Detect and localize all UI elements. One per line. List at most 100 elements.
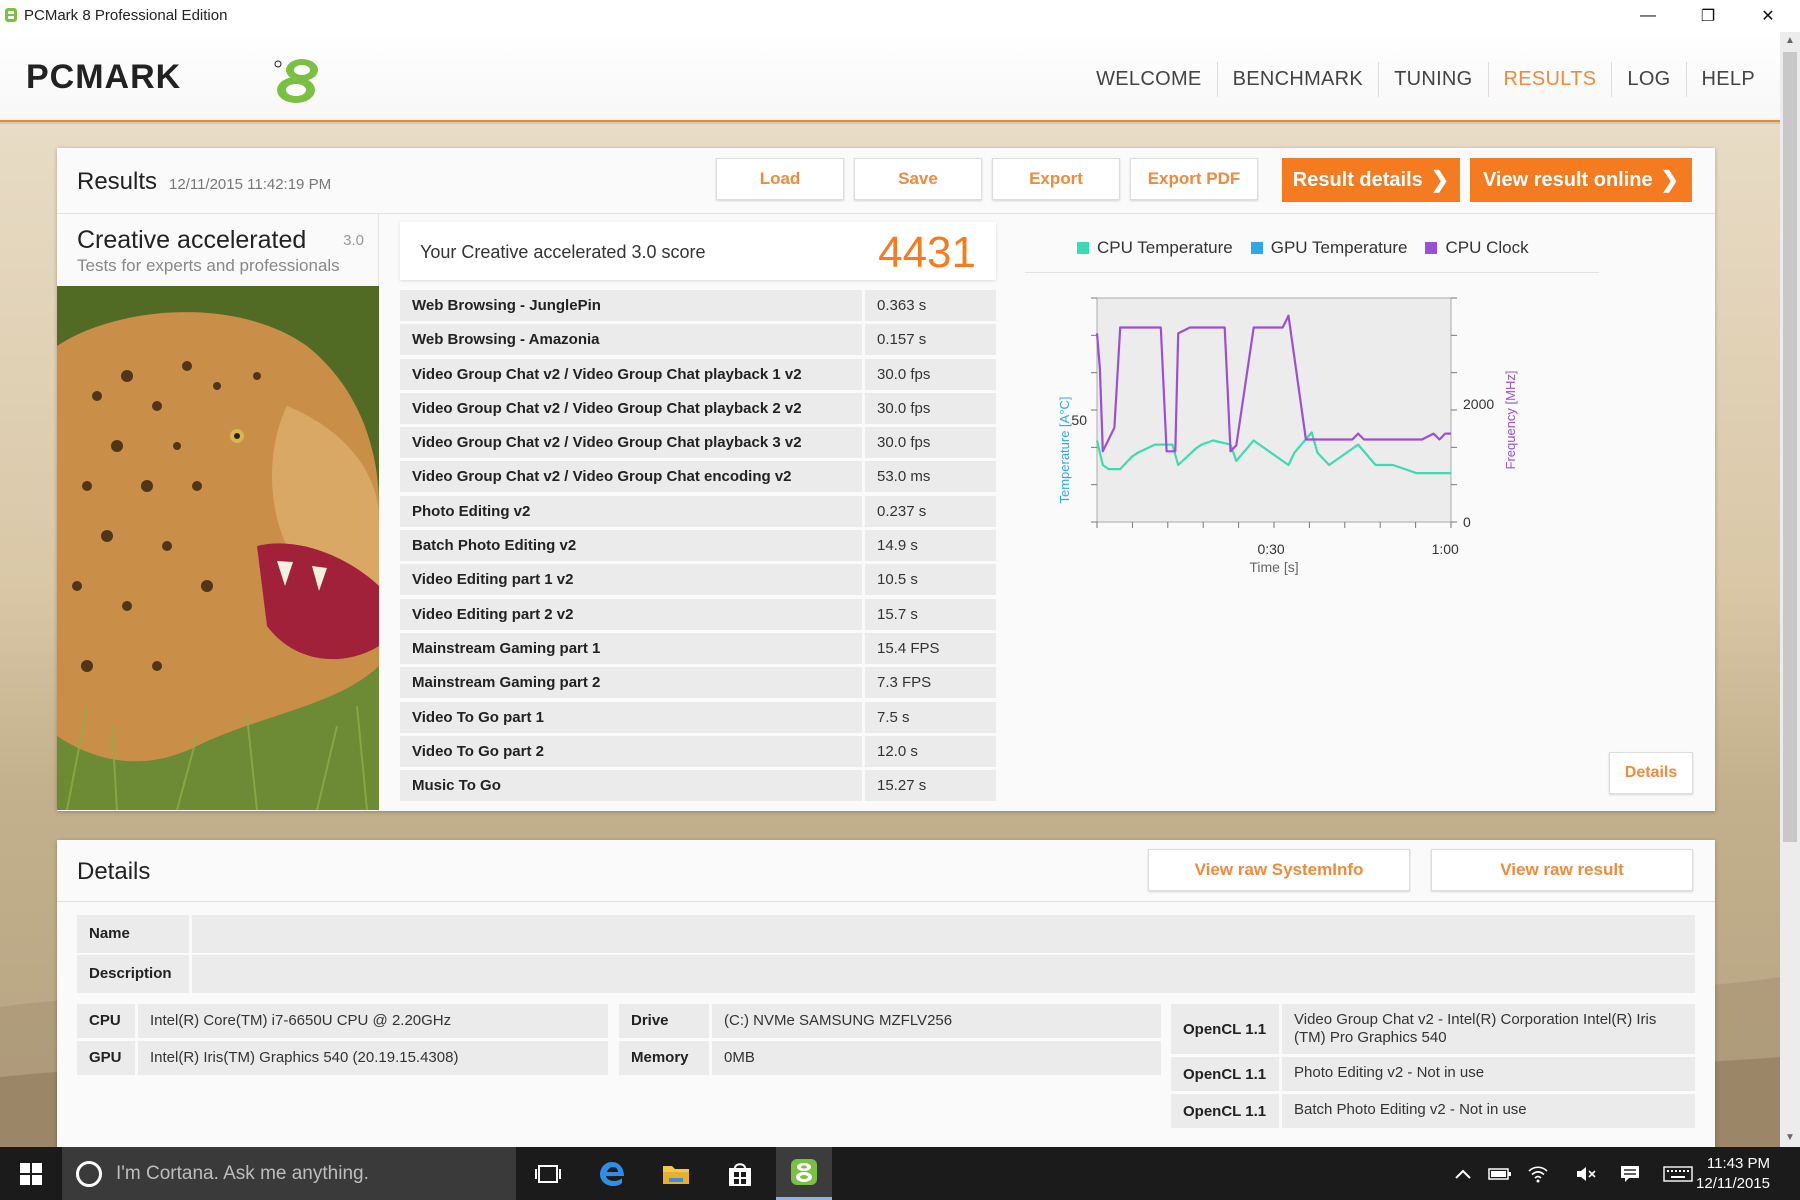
view-raw-systeminfo-button[interactable]: View raw SystemInfo xyxy=(1148,849,1410,891)
cortana-icon xyxy=(76,1160,102,1187)
edge-icon xyxy=(600,1161,624,1186)
legend-label-gpu-temperature: GPU Temperature xyxy=(1270,238,1408,257)
gpu-label: GPU xyxy=(77,1041,135,1075)
score-row-name: Video Group Chat v2 / Video Group Chat p… xyxy=(400,358,862,390)
nav-benchmark[interactable]: BENCHMARK xyxy=(1218,62,1380,97)
view-result-online-label: View result online xyxy=(1482,168,1653,191)
close-button[interactable]: ✕ xyxy=(1738,0,1798,32)
start-button[interactable] xyxy=(0,1147,62,1200)
chevron-right-icon: ❯ xyxy=(1430,167,1450,192)
load-button[interactable]: Load xyxy=(716,158,844,200)
taskbar-clock[interactable]: 11:43 PM 12/11/2015 xyxy=(1696,1154,1770,1194)
hardware-cpu-gpu: CPU Intel(R) Core(TM) i7-6650U CPU @ 2.2… xyxy=(77,1004,608,1075)
save-button[interactable]: Save xyxy=(854,158,982,200)
volume-control[interactable] xyxy=(1568,1147,1604,1200)
score-table-row: Mainstream Gaming part 2 7.3 FPS xyxy=(400,667,996,699)
opencl-row: OpenCL 1.1 Video Group Chat v2 - Intel(R)… xyxy=(1171,1004,1695,1054)
chevron-right-icon: ❯ xyxy=(1660,167,1680,192)
score-value: 4431 xyxy=(878,228,976,277)
score-row-name: Mainstream Gaming part 1 xyxy=(400,632,862,664)
legend-swatch-cpu-clock xyxy=(1425,242,1438,254)
opencl-value: Batch Photo Editing v2 - Not in use xyxy=(1282,1094,1695,1128)
opencl-list: OpenCL 1.1 Video Group Chat v2 - Intel(R)… xyxy=(1171,1004,1695,1128)
task-view-icon xyxy=(535,1164,561,1183)
file-explorer-button[interactable] xyxy=(648,1147,704,1200)
score-label: Your Creative accelerated 3.0 score xyxy=(420,242,706,262)
pcmark-taskbar-button[interactable] xyxy=(776,1147,832,1200)
score-row-name: Music To Go xyxy=(400,770,862,802)
score-table-row: Video Editing part 1 v2 10.5 s xyxy=(400,564,996,596)
chart-legend: CPU Temperature GPU Temperature CPU Cloc… xyxy=(1077,238,1529,258)
view-result-online-button[interactable]: View result online ❯ xyxy=(1470,158,1692,202)
score-row-name: Video Editing part 2 v2 xyxy=(400,598,862,630)
pcmark-8-logo: PCMARK xyxy=(26,58,318,103)
memory-value: 0MB xyxy=(712,1041,1161,1075)
svg-text:PCMARK: PCMARK xyxy=(26,58,181,96)
legend-gpu-temperature[interactable]: GPU Temperature xyxy=(1250,238,1408,258)
cortana-search-box[interactable]: I'm Cortana. Ask me anything. xyxy=(62,1147,516,1200)
details-header: Details View raw SystemInfo View raw res… xyxy=(57,840,1715,902)
power-status[interactable] xyxy=(1482,1147,1518,1200)
score-row-value: 15.4 FPS xyxy=(865,632,996,664)
result-details-label: Result details xyxy=(1292,168,1423,191)
score-row-value: 15.7 s xyxy=(865,598,996,630)
score-table-row: Video Group Chat v2 / Video Group Chat p… xyxy=(400,358,996,390)
nav-welcome[interactable]: WELCOME xyxy=(1081,62,1218,97)
cortana-placeholder: I'm Cortana. Ask me anything. xyxy=(116,1162,369,1184)
legend-label-cpu-clock: CPU Clock xyxy=(1445,238,1529,257)
score-row-name: Video Group Chat v2 / Video Group Chat e… xyxy=(400,461,862,493)
y-right-tick-label: 0 xyxy=(1463,514,1471,530)
legend-cpu-temperature[interactable]: CPU Temperature xyxy=(1077,238,1233,258)
scroll-down-arrow-icon[interactable]: ▼ xyxy=(1780,1129,1800,1147)
restore-button[interactable]: ❐ xyxy=(1678,0,1738,32)
chart-divider xyxy=(1025,272,1599,273)
nav-tuning[interactable]: TUNING xyxy=(1379,62,1489,97)
chart-details-button[interactable]: Details xyxy=(1609,752,1693,794)
monitoring-chart: 0:30 1:00 50 2000 0 Time [s] Temperature [A°C]… xyxy=(1057,297,1518,575)
score-row-name: Video Editing part 1 v2 xyxy=(400,564,862,596)
memory-label: Memory xyxy=(619,1041,709,1075)
pcmark-icon xyxy=(791,1159,817,1185)
result-details-button[interactable]: Result details ❯ xyxy=(1282,158,1460,202)
wifi-icon xyxy=(1528,1165,1548,1182)
nav-log[interactable]: LOG xyxy=(1612,62,1687,97)
gpu-value: Intel(R) Iris(TM) Graphics 540 (20.19.15… xyxy=(138,1041,608,1075)
legend-label-cpu-temperature: CPU Temperature xyxy=(1097,238,1233,257)
nav-results[interactable]: RESULTS xyxy=(1489,62,1613,97)
task-view-button[interactable] xyxy=(520,1147,576,1200)
results-panel: Results 12/11/2015 11:42:19 PM Load Save… xyxy=(57,148,1715,811)
edge-browser-button[interactable] xyxy=(584,1147,640,1200)
touch-keyboard-button[interactable] xyxy=(1656,1147,1700,1200)
memory-row: Memory 0MB xyxy=(619,1041,1161,1075)
show-hidden-icons-button[interactable] xyxy=(1448,1147,1478,1200)
export-pdf-button[interactable]: Export PDF xyxy=(1130,158,1258,200)
details-panel: Details View raw SystemInfo View raw res… xyxy=(57,840,1715,1147)
vertical-scrollbar[interactable]: ▲ ▼ xyxy=(1780,32,1800,1147)
score-row-name: Video Group Chat v2 / Video Group Chat p… xyxy=(400,427,862,459)
score-table-row: Photo Editing v2 0.237 s xyxy=(400,495,996,527)
drive-value: (C:) NVMe SAMSUNG MZFLV256 xyxy=(712,1004,1161,1038)
view-raw-result-button[interactable]: View raw result xyxy=(1431,849,1693,891)
legend-cpu-clock[interactable]: CPU Clock xyxy=(1425,238,1529,258)
export-button[interactable]: Export xyxy=(992,158,1120,200)
battery-icon xyxy=(1488,1167,1511,1180)
scrollbar-thumb[interactable] xyxy=(1783,52,1797,842)
score-row-value: 12.0 s xyxy=(865,735,996,767)
score-table-row: Video To Go part 1 7.5 s xyxy=(400,701,996,733)
score-table-row: Video Group Chat v2 / Video Group Chat e… xyxy=(400,461,996,493)
score-row-name: Photo Editing v2 xyxy=(400,495,862,527)
minimize-button[interactable]: — xyxy=(1618,0,1678,32)
store-button[interactable] xyxy=(712,1147,768,1200)
y-right-axis-label: Frequency [MHz] xyxy=(1503,371,1518,470)
results-date: 12/11/2015 11:42:19 PM xyxy=(169,176,332,193)
scroll-up-arrow-icon[interactable]: ▲ xyxy=(1780,32,1800,50)
clock-time: 11:43 PM xyxy=(1706,1155,1770,1172)
score-row-name: Video To Go part 2 xyxy=(400,735,862,767)
nav-help[interactable]: HELP xyxy=(1687,62,1770,97)
x-tick-label: 1:00 xyxy=(1432,541,1459,557)
x-axis-label: Time [s] xyxy=(1249,559,1298,575)
score-table-row: Web Browsing - Amazonia 0.157 s xyxy=(400,324,996,356)
test-card: Creative accelerated 3.0 Tests for exper… xyxy=(57,214,379,811)
network-status[interactable] xyxy=(1520,1147,1556,1200)
action-center-button[interactable] xyxy=(1612,1147,1648,1200)
